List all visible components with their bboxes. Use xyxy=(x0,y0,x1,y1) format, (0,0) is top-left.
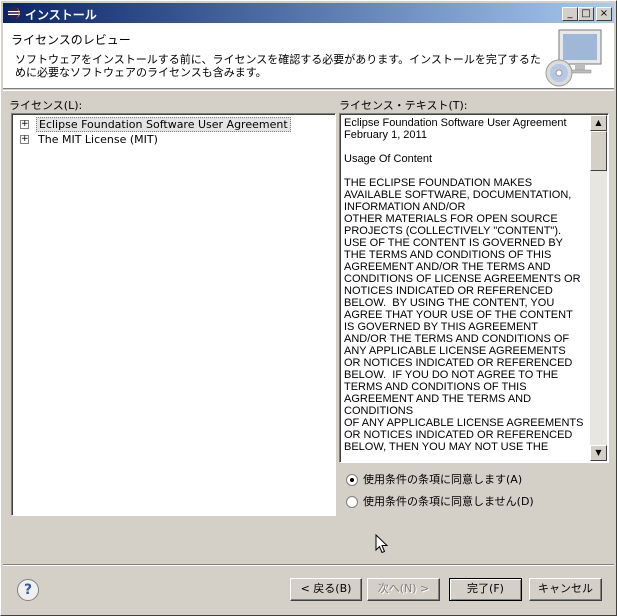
accept-radio[interactable] xyxy=(346,474,358,486)
maximize-button[interactable]: □ xyxy=(578,7,594,21)
licenses-label: ライセンス(L): xyxy=(9,99,83,112)
scroll-up-button[interactable]: ▲ xyxy=(590,115,607,131)
vertical-scrollbar[interactable]: ▲ ▼ xyxy=(590,115,607,461)
tree-item-label: The MIT License (MIT) xyxy=(38,133,158,146)
expand-icon[interactable]: + xyxy=(20,120,29,129)
eclipse-icon xyxy=(7,6,21,20)
page-description: ソフトウェアをインストールする前に、ライセンスを確認する必要があります。インスト… xyxy=(15,53,541,79)
expand-icon[interactable]: + xyxy=(20,135,29,144)
scroll-thumb[interactable] xyxy=(590,131,607,171)
header-separator xyxy=(3,90,614,91)
wizard-header: ライセンスのレビュー ソフトウェアをインストールする前に、ライセンスを確認する必… xyxy=(3,23,614,89)
tree-item-mit-license[interactable]: + The MIT License (MIT) xyxy=(12,132,335,147)
mouse-cursor-icon xyxy=(375,534,389,554)
license-tree[interactable]: + Eclipse Foundation Software User Agree… xyxy=(11,113,336,516)
page-title: ライセンスのレビュー xyxy=(11,33,131,47)
decline-label: 使用条件の条項に同意しません(D) xyxy=(363,495,534,508)
accept-label: 使用条件の条項に同意します(A) xyxy=(363,473,523,486)
decline-radio[interactable] xyxy=(346,496,358,508)
close-button[interactable]: × xyxy=(596,7,612,21)
license-text-label: ライセンス・テキスト(T): xyxy=(339,99,468,112)
finish-button[interactable]: 完了(F) xyxy=(449,578,522,601)
tree-item-eclipse-license[interactable]: + Eclipse Foundation Software User Agree… xyxy=(12,117,335,132)
minimize-button[interactable]: _ xyxy=(562,7,578,21)
install-dialog: インストール _ □ × ライセンスのレビュー ソフトウェアをインストールする前… xyxy=(0,0,617,616)
install-cd-icon xyxy=(545,29,602,87)
cancel-button[interactable]: キャンセル xyxy=(529,578,602,601)
title-bar[interactable]: インストール _ □ × xyxy=(3,3,614,23)
scroll-down-button[interactable]: ▼ xyxy=(590,445,607,461)
license-text-content: Eclipse Foundation Software User Agreeme… xyxy=(344,117,584,453)
footer-separator-highlight xyxy=(3,565,614,566)
window-title: インストール xyxy=(25,8,97,22)
tree-item-label: Eclipse Foundation Software User Agreeme… xyxy=(36,117,291,132)
next-button[interactable]: 次へ(N) > xyxy=(367,578,440,601)
help-button[interactable]: ? xyxy=(17,579,39,601)
back-button[interactable]: < 戻る(B) xyxy=(290,578,362,601)
license-text-area[interactable]: Eclipse Foundation Software User Agreeme… xyxy=(339,113,609,463)
